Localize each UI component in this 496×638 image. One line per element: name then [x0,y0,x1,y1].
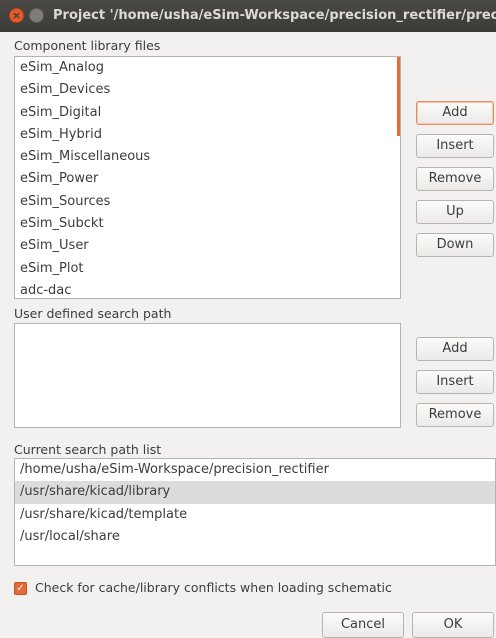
list-item[interactable]: eSim_User [15,235,400,257]
current-search-path-list[interactable]: /home/usha/eSim-Workspace/precision_rect… [14,458,496,566]
title-bar: × Project '/home/usha/eSim-Workspace/pre… [0,0,496,32]
list-item[interactable]: eSim_Sources [15,191,400,213]
list-item[interactable]: eSim_Plot [15,258,400,280]
list-item[interactable]: eSim_Subckt [15,213,400,235]
check-conflicts-label: Check for cache/library conflicts when l… [35,580,392,595]
path-remove-button[interactable]: Remove [416,403,494,427]
library-remove-button[interactable]: Remove [416,167,494,191]
component-library-label: Component library files [14,38,161,53]
component-library-list[interactable]: eSim_Analog eSim_Devices eSim_Digital eS… [14,56,401,299]
check-conflicts-checkbox[interactable]: ✓ [14,582,27,595]
path-add-button[interactable]: Add [416,337,494,361]
list-item-selected[interactable]: /usr/share/kicad/library [15,481,495,504]
scrollbar-thumb[interactable] [397,57,400,136]
list-item[interactable]: adc-dac [15,280,400,298]
list-item[interactable]: eSim_Analog [15,57,400,79]
list-item[interactable]: /home/usha/eSim-Workspace/precision_rect… [15,459,495,481]
list-item[interactable]: eSim_Power [15,168,400,190]
ok-button[interactable]: OK [412,612,494,638]
user-search-path-label: User defined search path [14,306,172,321]
list-item[interactable]: eSim_Digital [15,102,400,124]
minimize-icon[interactable] [29,8,44,23]
library-insert-button[interactable]: Insert [416,134,494,158]
library-up-button[interactable]: Up [416,200,494,224]
user-search-path-list[interactable] [14,323,401,428]
library-down-button[interactable]: Down [416,233,494,257]
list-item[interactable]: /usr/share/kicad/template [15,504,495,526]
library-add-button[interactable]: Add [416,101,494,125]
list-item[interactable]: eSim_Miscellaneous [15,146,400,168]
path-insert-button[interactable]: Insert [416,370,494,394]
window-title: Project '/home/usha/eSim-Workspace/preci… [53,8,496,23]
list-item[interactable]: /usr/local/share [15,526,495,548]
current-search-path-label: Current search path list [14,442,162,457]
list-item[interactable]: eSim_Devices [15,79,400,101]
list-item[interactable]: eSim_Hybrid [15,124,400,146]
cancel-button[interactable]: Cancel [322,612,404,638]
close-icon[interactable]: × [9,8,24,23]
